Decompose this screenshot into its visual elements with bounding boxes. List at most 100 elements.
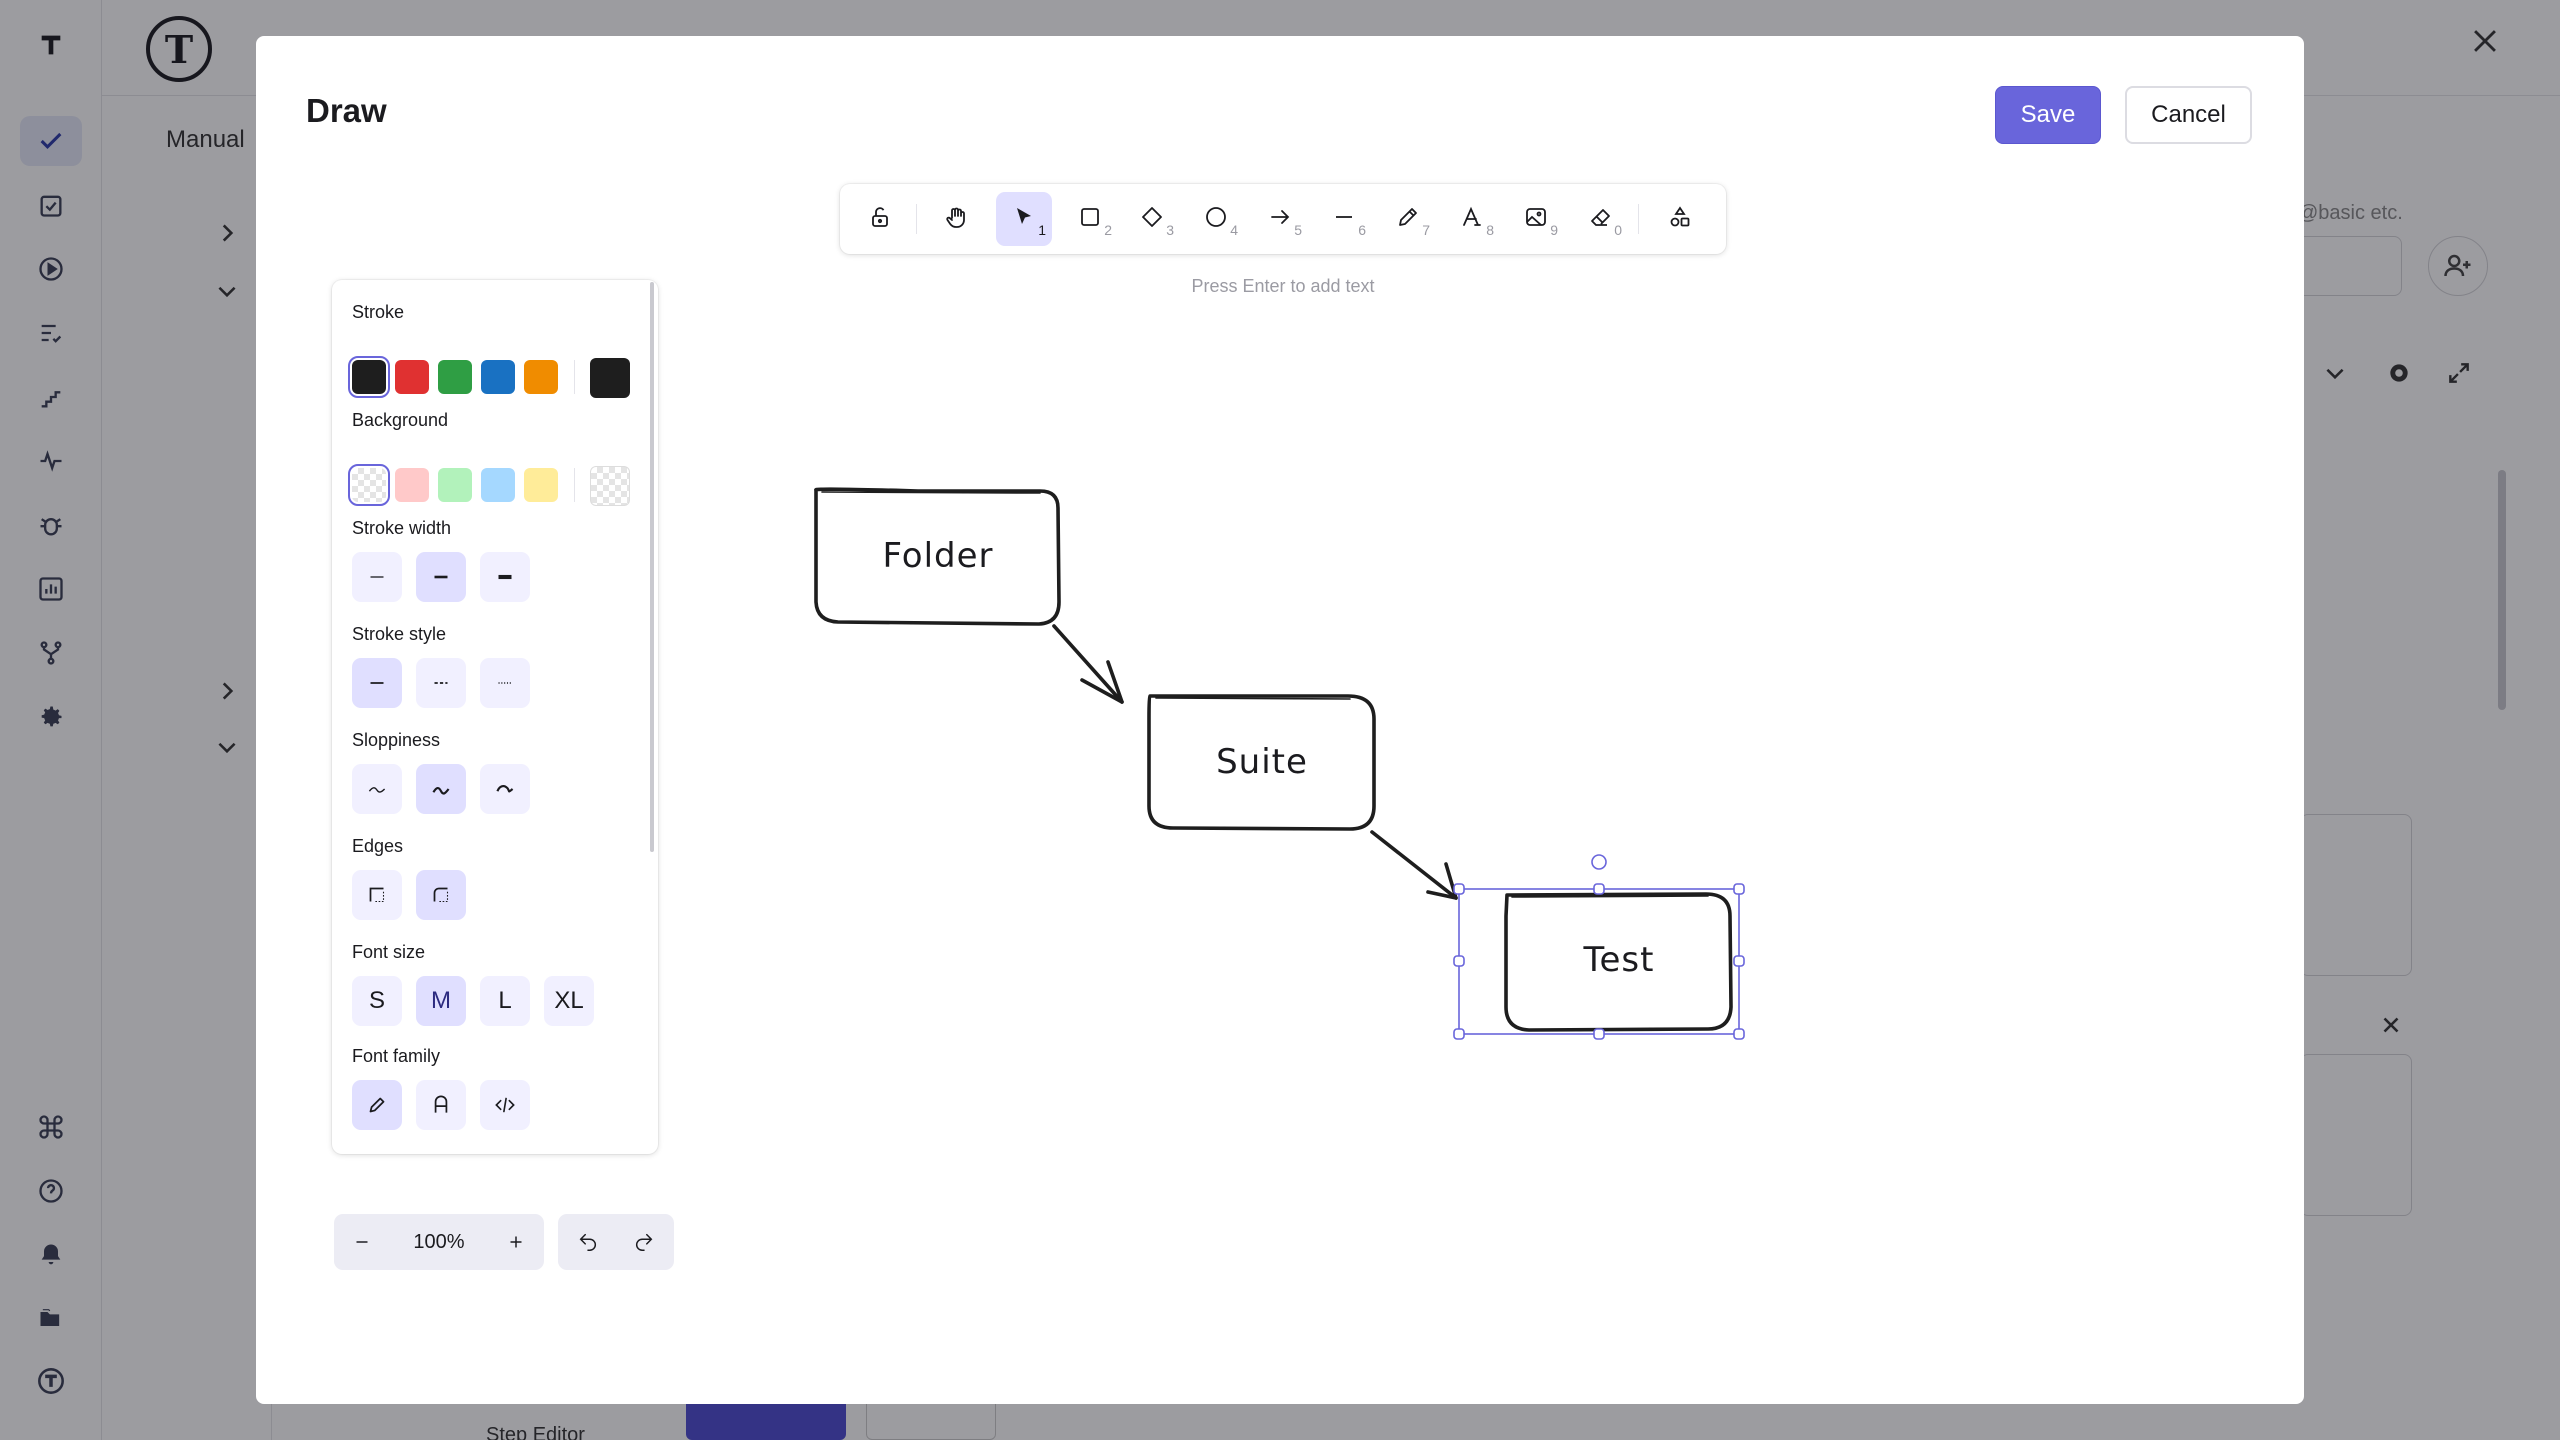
cancel-button[interactable]: Cancel <box>2125 86 2252 144</box>
stroke-style-dotted[interactable] <box>480 658 530 708</box>
swatch-divider <box>574 468 575 502</box>
solid-line-icon <box>370 682 384 684</box>
pencil-icon <box>1396 205 1420 234</box>
toolbar-hint: Press Enter to add text <box>1191 276 1375 296</box>
diamond-icon <box>1140 205 1164 234</box>
line-tool[interactable]: 6 <box>1316 192 1372 246</box>
tool-shortcut: 1 <box>1038 222 1046 238</box>
stroke-style-solid[interactable] <box>352 658 402 708</box>
arrow-tool[interactable]: 5 <box>1252 192 1308 246</box>
sloppiness-cartoonist[interactable] <box>480 764 530 814</box>
line-icon <box>1332 205 1356 234</box>
font-family-code[interactable] <box>480 1080 530 1130</box>
tool-shortcut: 4 <box>1230 222 1238 238</box>
stroke-width-label: Stroke width <box>352 518 452 538</box>
node-label-folder[interactable]: Folder <box>816 536 1060 576</box>
zoom-out-button[interactable] <box>334 1214 390 1270</box>
font-size-s[interactable]: S <box>352 976 402 1026</box>
node-label-suite[interactable]: Suite <box>1149 742 1375 782</box>
tool-shortcut: 7 <box>1422 222 1430 238</box>
background-label: Background <box>352 410 449 430</box>
circle-icon <box>1204 205 1228 234</box>
node-label-test[interactable]: Test <box>1506 940 1732 980</box>
lock-tool[interactable] <box>852 192 908 246</box>
draw-modal: Folder Suite Test Draw Save Cancel 1 2 3… <box>256 36 2304 1404</box>
eraser-icon <box>1588 205 1612 234</box>
stroke-width-thin[interactable] <box>352 552 402 602</box>
font-size-m[interactable]: M <box>416 976 466 1026</box>
plus-icon <box>510 1236 522 1248</box>
font-size-label: Font size <box>352 942 426 962</box>
image-tool[interactable]: 9 <box>1508 192 1564 246</box>
arrow-folder-to-suite <box>1052 624 1124 704</box>
bold-line-icon <box>434 575 448 579</box>
tool-shortcut: 9 <box>1550 222 1558 238</box>
edges-sharp[interactable] <box>352 870 402 920</box>
stroke-style-dashed[interactable] <box>416 658 466 708</box>
letter-a-icon <box>434 1095 448 1113</box>
tool-shortcut: 8 <box>1486 222 1494 238</box>
sloppiness-architect[interactable] <box>352 764 402 814</box>
redo-button[interactable] <box>616 1214 672 1270</box>
stroke-color-black[interactable] <box>348 356 390 398</box>
selection-tool[interactable]: 1 <box>996 192 1052 246</box>
zoom-controls: 100% <box>334 1214 544 1270</box>
background-color-transparent[interactable] <box>348 464 390 506</box>
history-controls <box>558 1214 674 1270</box>
tool-shortcut: 3 <box>1166 222 1174 238</box>
rectangle-tool[interactable]: 2 <box>1062 192 1118 246</box>
stroke-color-blue[interactable] <box>481 360 515 394</box>
background-custom-color[interactable] <box>590 466 630 506</box>
stroke-color-orange[interactable] <box>524 360 558 394</box>
arrow-suite-to-test <box>1370 830 1458 900</box>
sloppiness-label: Sloppiness <box>352 730 441 750</box>
sharp-corner-icon <box>369 887 385 903</box>
pencil-icon <box>369 1097 385 1113</box>
zoom-level[interactable]: 100% <box>390 1214 488 1270</box>
properties-scrollbar[interactable] <box>650 282 654 852</box>
zoom-in-button[interactable] <box>488 1214 544 1270</box>
draw-tool[interactable]: 7 <box>1380 192 1436 246</box>
image-icon <box>1524 205 1548 234</box>
font-family-label: Font family <box>352 1046 441 1066</box>
font-family-hand-drawn[interactable] <box>352 1080 402 1130</box>
stroke-width-extra-bold[interactable] <box>480 552 530 602</box>
stroke-width-bold[interactable] <box>416 552 466 602</box>
font-size-xl[interactable]: XL <box>544 976 594 1026</box>
toolbar-divider <box>1638 204 1639 234</box>
background-color-yellow[interactable] <box>524 468 558 502</box>
stroke-color-red[interactable] <box>395 360 429 394</box>
tool-shortcut: 6 <box>1358 222 1366 238</box>
tool-shortcut: 0 <box>1614 222 1622 238</box>
modal-title: Draw <box>306 92 387 129</box>
cartoonist-icon <box>496 785 514 793</box>
background-color-pink[interactable] <box>395 468 429 502</box>
cursor-icon <box>1012 205 1036 234</box>
font-family-normal[interactable] <box>416 1080 466 1130</box>
more-tools-button[interactable] <box>1652 192 1708 246</box>
stroke-custom-color[interactable] <box>590 358 630 398</box>
save-button[interactable]: Save <box>1995 86 2101 144</box>
shape-toolbar: 1 2 3 4 5 6 7 8 9 0 <box>840 184 1726 254</box>
sloppiness-artist[interactable] <box>416 764 466 814</box>
tool-shortcut: 2 <box>1104 222 1112 238</box>
font-size-l[interactable]: L <box>480 976 530 1026</box>
ellipse-tool[interactable]: 4 <box>1188 192 1244 246</box>
hand-tool[interactable] <box>928 192 984 246</box>
stroke-label: Stroke <box>352 302 405 322</box>
extra-bold-line-icon <box>498 574 512 580</box>
stroke-color-green[interactable] <box>438 360 472 394</box>
minus-icon <box>356 1241 368 1243</box>
undo-icon <box>579 1233 596 1251</box>
diamond-tool[interactable]: 3 <box>1124 192 1180 246</box>
swatch-divider <box>574 360 575 394</box>
edges-round[interactable] <box>416 870 466 920</box>
background-color-blue[interactable] <box>481 468 515 502</box>
background-color-green[interactable] <box>438 468 472 502</box>
toolbar-divider <box>916 204 917 234</box>
undo-button[interactable] <box>560 1214 616 1270</box>
eraser-tool[interactable]: 0 <box>1572 192 1628 246</box>
architect-icon <box>368 787 386 793</box>
text-tool[interactable]: 8 <box>1444 192 1500 246</box>
edges-label: Edges <box>352 836 404 856</box>
